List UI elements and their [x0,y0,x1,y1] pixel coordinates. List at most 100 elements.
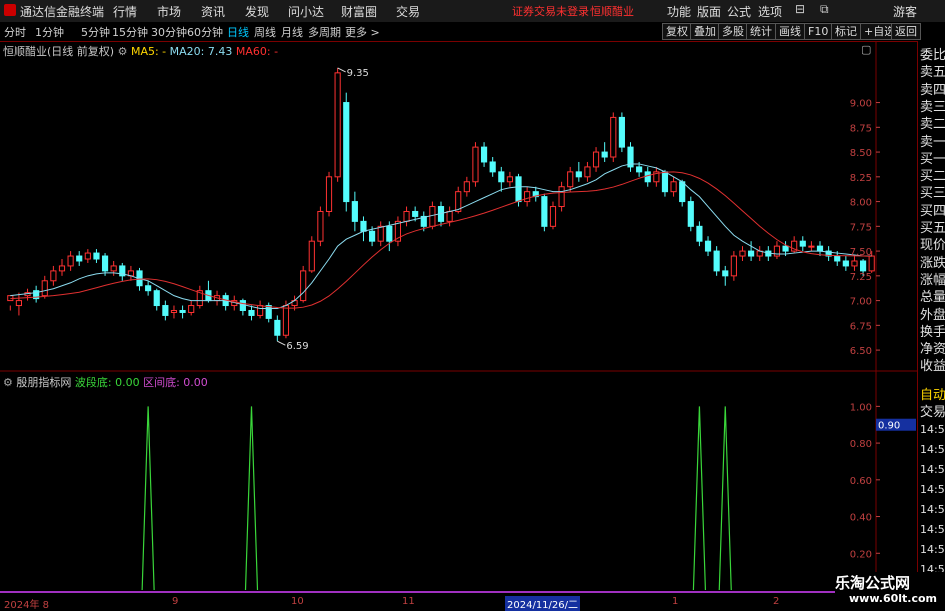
price-tick-label: 6.50 [850,346,872,357]
candle-body [618,116,625,148]
indicator-title: ⚙ 殷朋指标网 波段底: 0.00 区间底: 0.00 [3,374,208,390]
panel-item: 涨幅 [920,272,945,288]
candle-body [799,240,806,247]
candle-body [170,309,178,313]
candle-body [351,201,358,222]
candle-body [386,225,393,242]
indicator-tick-label: 0.20 [850,549,872,560]
candle-body [730,255,737,277]
candle-body [739,250,746,257]
panel-time: 14:56 [920,483,945,496]
panel-item: 卖四 [920,82,945,98]
candle-body [524,191,531,203]
panel-item: 买二 [920,169,945,185]
candle-body [50,270,57,282]
panel-time: 14:56 [920,423,945,436]
panel-item: 换手 [920,324,945,340]
panel-item: 净资 [920,342,945,358]
candle-body [808,245,815,248]
indicator-settings-icon[interactable]: ⚙ [3,376,13,389]
panel-item: 外盘 [920,307,945,323]
x-label-sep: 9 [172,596,179,607]
candle-body [58,265,66,272]
candle-body [567,171,574,188]
candle-body [153,290,160,307]
panel-item: 买三 [920,186,945,202]
candle-body [265,305,272,319]
candle-body [317,210,324,242]
candle-body [558,186,565,208]
candle-body [601,151,608,158]
candle-body [403,210,410,222]
price-tick-label: 7.00 [850,297,872,308]
candle-body [636,166,643,173]
panel-item: 现价 [920,238,945,254]
candle-body [472,146,479,183]
panel-item: 买一 [920,151,945,167]
panel-item: 买五 [920,221,945,236]
candle-body [110,265,117,272]
price-tick-label: 8.75 [850,123,872,134]
indicator-tick-label: 0.40 [850,513,872,524]
candle-body [325,176,333,212]
panel-time: 14:56 [920,503,945,516]
candle-body [162,305,169,316]
indicator-current-value: 0.90 [878,421,900,432]
high-label: 9.35 [347,68,369,79]
panel-time: 14:56 [920,443,945,456]
candle-body [816,245,824,252]
candle-body [343,102,350,203]
candle-body [274,319,281,336]
candle-body [644,171,651,183]
panel-item: 卖三 [920,99,945,115]
candle-body [575,171,582,178]
high-pointer [337,67,346,73]
candle-body [239,300,246,311]
indicator-spike [718,406,732,591]
indicator-spike [141,406,155,591]
price-tick-label: 6.75 [850,321,872,332]
candle-body [834,255,841,262]
candle-body [188,305,195,313]
indicator-name: 殷朋指标网 [16,376,72,389]
panel-time: 14:56 [920,463,945,476]
watermark-title: 乐淘公式网 [835,574,911,592]
candle-body [179,309,186,313]
candle-body [93,252,100,260]
candle-body [687,201,694,227]
indicator-tick-label: 0.80 [850,439,872,450]
candle-body [145,285,152,292]
candle-body [584,166,591,178]
candle-body [360,220,367,232]
candle-body [549,206,557,227]
panel-trade-item[interactable]: 交易 [920,401,945,420]
price-tick-label: 9.00 [850,99,872,110]
candle-body [369,230,376,242]
quote-side-panel: 委比 卖五 卖四 卖三 卖二 卖一 买一 买二 买三 买四 买五 现价 涨跌 涨幅 总量 外盘 换手 净资 收益 自动… [917,41,945,609]
candle-body [868,255,875,272]
candle-body [610,116,617,158]
candle-body [722,270,729,277]
candle-body [463,181,470,193]
candle-body [679,181,686,203]
indicator-s1-label: 波段底: 0.00 [74,376,140,389]
price-tick-label: 8.50 [850,148,872,159]
low-pointer [277,340,286,346]
panel-item: 卖二 [920,117,945,133]
candle-body [377,225,384,242]
indicator-tick-label: 0.60 [850,476,872,487]
panel-item: 收益 [920,359,945,375]
candle-body [446,210,453,222]
panel-time: 14:56 [920,523,945,536]
candle-body [41,280,48,297]
candle-body [515,176,522,203]
panel-item: 卖五 [920,65,945,81]
candle-body [334,72,341,178]
price-tick-label: 8.25 [850,173,872,184]
watermark-url: www.60lt.com [849,592,938,605]
panel-item: 涨跌 [920,255,945,271]
indicator-spike [692,406,707,591]
panel-item: 总量 [920,290,945,306]
panel-item: 委比 [920,48,945,63]
indicator-spike [244,406,259,591]
